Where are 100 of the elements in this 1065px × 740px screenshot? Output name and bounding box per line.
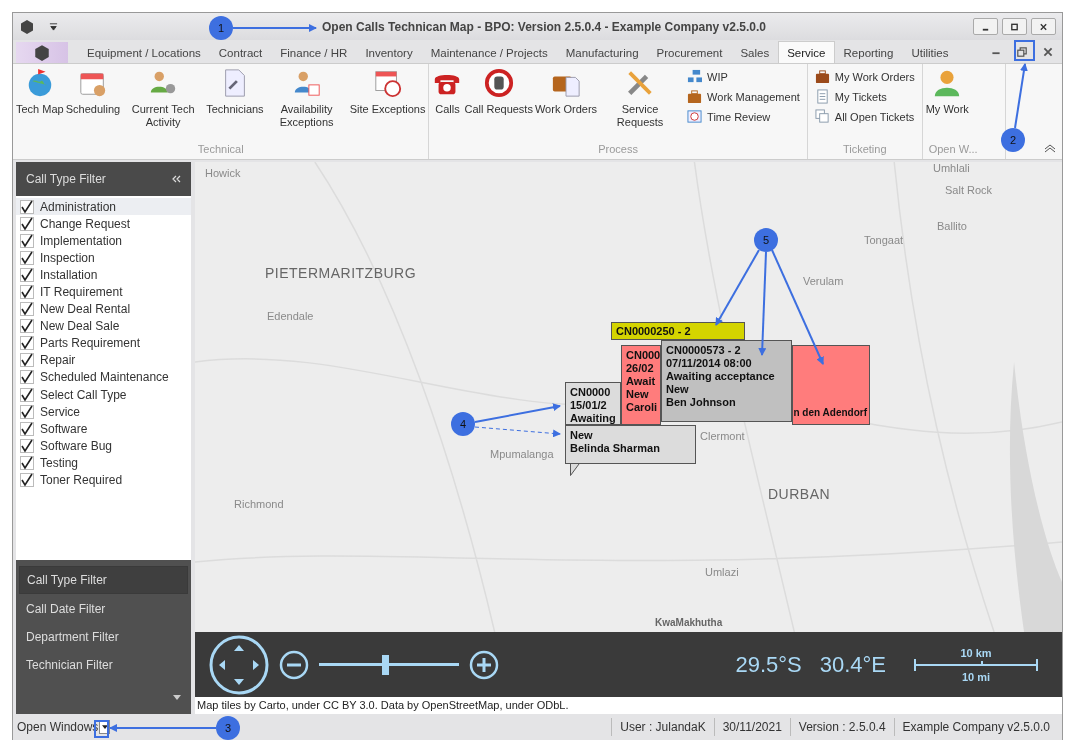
ribbon-button[interactable]: Service Requests (598, 68, 683, 129)
ribbon-small-button[interactable]: All Open Tickets (812, 108, 917, 125)
close-icon[interactable] (1042, 45, 1054, 58)
navigation-item[interactable]: Call Date Filter (19, 596, 188, 622)
callout-text: 07/11/2014 08:00 (666, 357, 753, 370)
checkbox[interactable] (20, 233, 34, 248)
checkbox[interactable] (20, 473, 34, 488)
checkbox[interactable] (20, 319, 34, 334)
checkbox[interactable] (20, 353, 34, 368)
ribbon-tab[interactable]: Manufacturing (556, 41, 648, 63)
checkbox[interactable] (20, 404, 34, 419)
ribbon-small-button[interactable]: My Work Orders (812, 68, 917, 85)
filter-item[interactable]: Repair (16, 351, 191, 369)
filter-item[interactable]: Scheduled Maintenance (16, 368, 191, 387)
checkbox[interactable] (20, 285, 34, 299)
ribbon-tab[interactable]: Reporting (834, 41, 903, 63)
longitude-reading: 30.4°E (819, 651, 886, 678)
ribbon-button[interactable]: Calls (431, 68, 464, 116)
latitude-reading: 29.5°S (735, 651, 802, 678)
filter-item[interactable]: New Deal Rental (16, 300, 191, 318)
ribbon-button[interactable]: Call Requests (463, 68, 534, 116)
callout-text: Await (626, 375, 656, 388)
callout-text: CN0000573 - 2 (666, 344, 742, 357)
ribbon-tab[interactable]: Finance / HR (271, 41, 357, 63)
filter-item[interactable]: Installation (16, 266, 191, 284)
ribbon-tab[interactable]: Maintenance / Projects (421, 41, 557, 63)
callout-text: Belinda Sharman (570, 442, 661, 455)
filter-item[interactable]: Implementation (16, 232, 191, 250)
dropdown-arrow-icon[interactable] (173, 695, 181, 700)
checkbox[interactable] (20, 216, 34, 231)
ribbon-tab[interactable]: Contract (209, 41, 272, 63)
ribbon-tab[interactable]: Procurement (647, 41, 732, 63)
app-logo-icon[interactable] (19, 18, 35, 35)
ribbon-tab[interactable]: Inventory (356, 41, 422, 63)
zoom-slider-thumb[interactable] (381, 654, 389, 675)
ribbon-button[interactable]: Technicians (205, 68, 265, 116)
ribbon-button[interactable]: Current Tech Activity (121, 68, 206, 129)
checkbox[interactable] (20, 250, 34, 265)
checkbox[interactable] (20, 387, 34, 402)
ribbon-tab[interactable]: Sales (731, 41, 779, 63)
group-label: Technical (196, 143, 245, 157)
checkbox[interactable] (20, 336, 34, 351)
call-callout[interactable]: CN0000 15/01/2 Awaiting (565, 382, 621, 425)
ribbon-small-button[interactable]: Work Management (685, 88, 802, 105)
restore-icon[interactable] (1016, 45, 1028, 58)
filter-item[interactable]: Inspection (16, 249, 191, 267)
checkbox[interactable] (20, 267, 34, 282)
callout-text: Awaiting (570, 412, 616, 424)
ribbon-button[interactable]: Site Exceptions (348, 68, 427, 116)
filter-item[interactable]: Software Bug (16, 437, 191, 455)
checkbox[interactable] (20, 302, 34, 317)
ribbon-button[interactable]: Availability Exceptions (264, 68, 349, 129)
navigation-item[interactable]: Department Filter (19, 624, 188, 650)
ribbon-small-button[interactable]: WIP (685, 68, 802, 85)
checkbox[interactable] (20, 421, 34, 436)
call-callout[interactable]: n den Adendorf (792, 345, 870, 425)
call-callout[interactable]: New Belinda Sharman (565, 425, 696, 464)
filter-item[interactable]: Service (16, 403, 191, 421)
ribbon-tab[interactable]: Service (778, 41, 835, 63)
checkbox[interactable] (20, 199, 34, 214)
ribbon-small-button[interactable]: Time Review (685, 108, 802, 125)
call-callout[interactable]: CN0000250 - 2 (611, 322, 745, 340)
zoom-out-icon[interactable] (279, 649, 309, 680)
filter-item[interactable]: Software (16, 420, 191, 438)
ribbon-button[interactable]: Work Orders (533, 68, 599, 116)
call-callout[interactable]: CN0000573 - 2 07/11/2014 08:00 Awaiting acceptance New Ben Johnson (661, 340, 792, 422)
ribbon-button[interactable]: My Work (924, 68, 970, 116)
navigation-item[interactable]: Call Type Filter (19, 566, 188, 594)
filter-item[interactable]: New Deal Sale (16, 317, 191, 335)
callout-text: Awaiting acceptance (666, 370, 776, 383)
filter-item[interactable]: Toner Required (16, 471, 191, 489)
checkbox[interactable] (20, 370, 34, 385)
filter-item[interactable]: Testing (16, 454, 191, 472)
dropdown-icon[interactable] (49, 22, 58, 31)
filter-item[interactable]: Select Call Type (16, 386, 191, 404)
pan-control-icon[interactable] (209, 634, 269, 695)
checkbox[interactable] (20, 455, 34, 470)
window-title: Open Calls Technican Map - BPO: Version 2.5.0.4 - Example Company v2.5.0.0 (322, 19, 766, 34)
maximize-button[interactable] (1002, 18, 1027, 35)
ribbon-button[interactable]: Tech Map (15, 68, 65, 116)
filter-item[interactable]: Change Request (16, 215, 191, 233)
place-label: Umlazi (705, 566, 739, 578)
caret-icon (101, 725, 108, 729)
filter-item[interactable]: Administration (16, 198, 191, 216)
ribbon-button[interactable]: Scheduling (64, 68, 122, 116)
zoom-in-icon[interactable] (469, 649, 499, 680)
ribbon-small-button[interactable]: My Tickets (812, 88, 917, 105)
close-button[interactable] (1031, 18, 1056, 35)
open-windows-dropdown[interactable] (99, 720, 111, 734)
collapse-ribbon-icon[interactable] (1044, 143, 1056, 153)
application-menu-button[interactable] (16, 42, 68, 63)
filter-item[interactable]: Parts Requirement (16, 334, 191, 352)
ribbon-tab[interactable]: Equipment / Locations (78, 41, 210, 63)
filter-item[interactable]: IT Requirement (16, 283, 191, 301)
collapse-panel-icon[interactable] (171, 174, 181, 184)
ribbon-tab[interactable]: Utilities (902, 41, 958, 63)
briefcase-icon (814, 69, 830, 84)
checkbox[interactable] (20, 438, 34, 453)
call-callout[interactable]: CN000 26/02 Await New Caroli (621, 345, 661, 425)
navigation-item[interactable]: Technician Filter (19, 652, 188, 678)
